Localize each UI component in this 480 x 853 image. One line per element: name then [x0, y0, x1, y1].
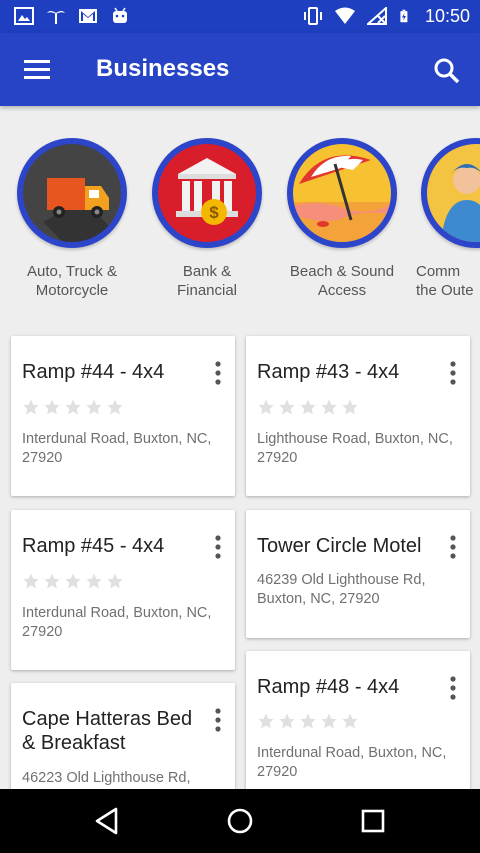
- business-card[interactable]: Ramp #44 - 4x4 Interdunal Road, Buxton, …: [11, 336, 235, 496]
- hamburger-menu-icon[interactable]: [18, 53, 56, 87]
- business-address: 46223 Old Lighthouse Rd,: [22, 770, 191, 786]
- rating-stars[interactable]: [257, 712, 359, 730]
- business-title: Ramp #48 - 4x4: [257, 676, 400, 698]
- home-icon[interactable]: [222, 803, 258, 839]
- rating-stars[interactable]: [22, 572, 124, 590]
- category-label: Auto, Truck & Motorcycle: [26, 263, 118, 299]
- star-icon[interactable]: [320, 398, 338, 416]
- star-icon[interactable]: [22, 398, 40, 416]
- star-icon[interactable]: [64, 398, 82, 416]
- more-options-icon[interactable]: [209, 360, 227, 386]
- category-carousel[interactable]: Auto, Truck & Motorcycle $ Bank & Financ…: [0, 130, 480, 310]
- vibrate-icon: [303, 7, 322, 25]
- star-icon[interactable]: [43, 572, 61, 590]
- business-address: 46239 Old Lighthouse Rd, Buxton, NC, 279…: [257, 572, 426, 607]
- palm-tree-icon: [47, 11, 65, 24]
- business-address: Interdunal Road, Buxton, NC, 27920: [257, 745, 447, 780]
- star-icon[interactable]: [85, 572, 103, 590]
- wifi-icon: [334, 7, 355, 24]
- star-icon[interactable]: [278, 398, 296, 416]
- star-icon[interactable]: [64, 572, 82, 590]
- more-options-icon[interactable]: [209, 707, 227, 733]
- truck-icon: [23, 144, 121, 242]
- category-label: Comm the Oute: [416, 263, 474, 299]
- search-icon[interactable]: [428, 53, 466, 89]
- business-title: Ramp #45 - 4x4: [22, 535, 165, 557]
- business-title: Ramp #43 - 4x4: [257, 361, 400, 383]
- business-card[interactable]: Ramp #45 - 4x4 Interdunal Road, Buxton, …: [11, 510, 235, 670]
- rating-stars[interactable]: [257, 398, 359, 416]
- star-icon[interactable]: [341, 712, 359, 730]
- back-icon[interactable]: [89, 803, 125, 839]
- business-card[interactable]: Ramp #43 - 4x4 Lighthouse Road, Buxton, …: [246, 336, 470, 496]
- business-title: Cape Hatteras Bed & Breakfast: [22, 708, 193, 754]
- business-address: Interdunal Road, Buxton, NC, 27920: [22, 431, 212, 466]
- star-icon[interactable]: [257, 712, 275, 730]
- star-icon[interactable]: [341, 398, 359, 416]
- beach-umbrella-icon: [293, 144, 391, 242]
- more-options-icon[interactable]: [444, 360, 462, 386]
- business-card[interactable]: Ramp #48 - 4x4 Interdunal Road, Buxton, …: [246, 651, 470, 801]
- page-title: Businesses: [96, 55, 230, 82]
- status-bar: 10:50: [0, 0, 480, 33]
- clock: 10:50: [424, 6, 470, 26]
- business-card[interactable]: Cape Hatteras Bed & Breakfast 46223 Old …: [11, 683, 235, 803]
- more-options-icon[interactable]: [444, 534, 462, 560]
- star-icon[interactable]: [299, 712, 317, 730]
- category-community[interactable]: Comm the Oute: [416, 138, 480, 300]
- rating-stars[interactable]: [22, 398, 124, 416]
- business-title: Ramp #44 - 4x4: [22, 361, 165, 383]
- star-icon[interactable]: [257, 398, 275, 416]
- category-label: Beach & Sound Access: [289, 263, 395, 299]
- app-bar: Businesses: [0, 33, 480, 106]
- star-icon[interactable]: [85, 398, 103, 416]
- no-signal-icon: [366, 7, 387, 25]
- star-icon[interactable]: [43, 398, 61, 416]
- gmail-icon: [79, 9, 97, 23]
- bank-icon: $: [158, 144, 256, 242]
- battery-charging-icon: [400, 9, 408, 23]
- image-icon: [14, 7, 34, 25]
- navigation-bar: [0, 789, 480, 853]
- category-beach-sound-access[interactable]: Beach & Sound Access: [282, 138, 402, 300]
- business-title: Tower Circle Motel: [257, 535, 422, 557]
- more-options-icon[interactable]: [444, 675, 462, 701]
- star-icon[interactable]: [22, 572, 40, 590]
- android-icon: [113, 7, 127, 23]
- star-icon[interactable]: [320, 712, 338, 730]
- more-options-icon[interactable]: [209, 534, 227, 560]
- business-address: Interdunal Road, Buxton, NC, 27920: [22, 605, 212, 640]
- recents-icon[interactable]: [355, 803, 391, 839]
- star-icon[interactable]: [106, 398, 124, 416]
- category-label: Bank & Financial: [176, 263, 238, 299]
- people-icon: [427, 144, 480, 242]
- star-icon[interactable]: [299, 398, 317, 416]
- business-address: Lighthouse Road, Buxton, NC, 27920: [257, 431, 453, 466]
- star-icon[interactable]: [106, 572, 124, 590]
- svg-text:$: $: [209, 203, 219, 222]
- business-card[interactable]: Tower Circle Motel 46239 Old Lighthouse …: [246, 510, 470, 638]
- star-icon[interactable]: [278, 712, 296, 730]
- category-auto-truck-motorcycle[interactable]: Auto, Truck & Motorcycle: [12, 138, 132, 300]
- category-bank-financial[interactable]: $ Bank & Financial: [147, 138, 267, 300]
